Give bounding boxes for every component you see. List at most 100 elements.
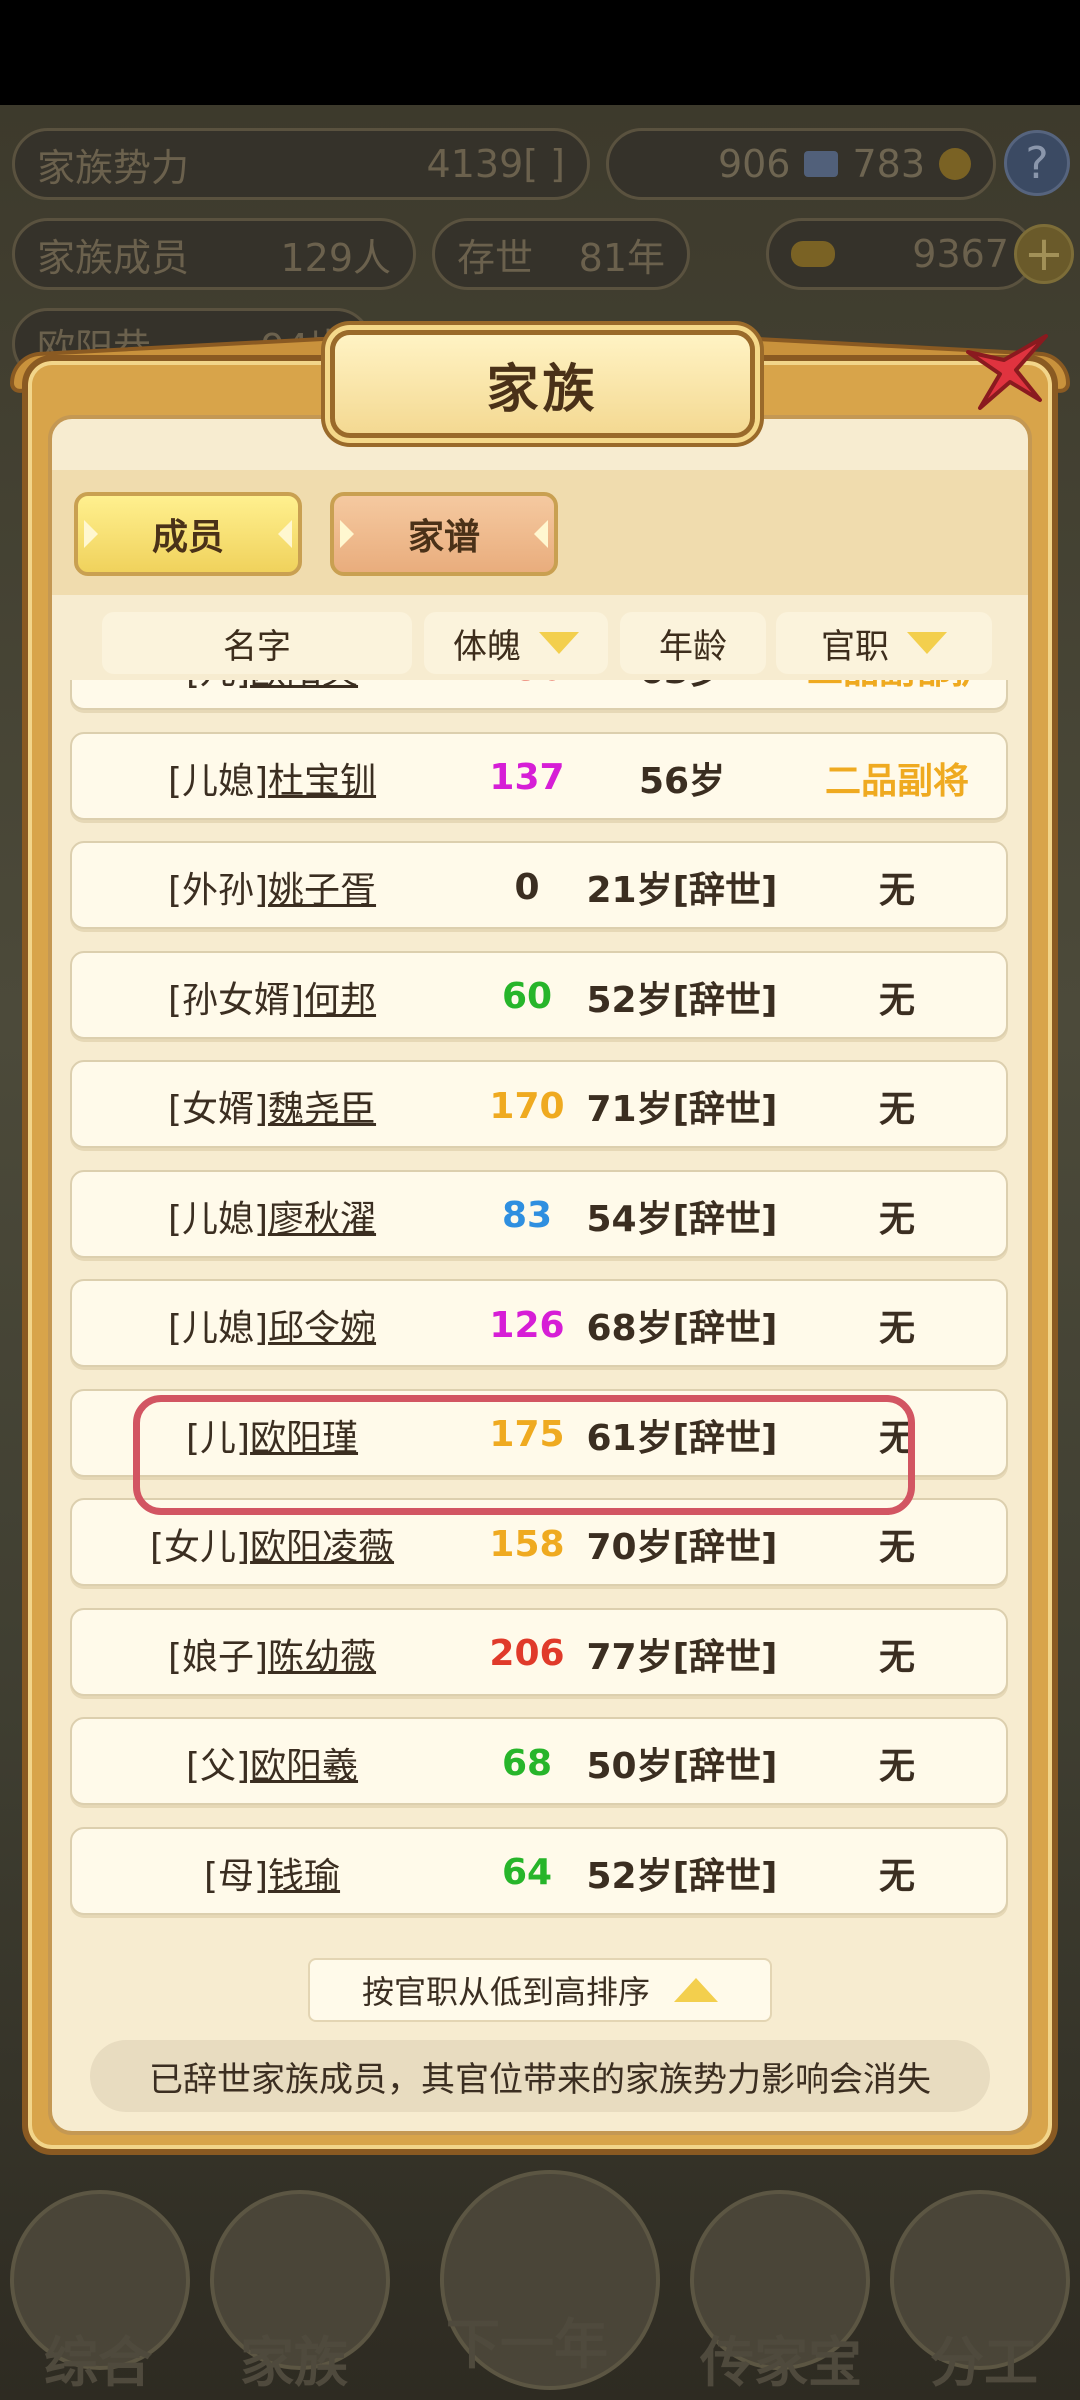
member-age: 71岁[辞世] <box>586 1089 778 1130</box>
member-row[interactable]: [女婿] 魏尧臣 170 71岁[辞世] 无 <box>70 1060 1008 1148</box>
member-relation: [外孙] <box>167 870 269 911</box>
help-icon[interactable]: ? <box>1004 130 1070 196</box>
member-strength: 68 <box>501 1742 553 1784</box>
gold-value: 9367 <box>912 232 1009 276</box>
member-name-cell: [娘子] 陈幼薇 <box>72 1610 472 1698</box>
member-relation: [儿媳] <box>167 760 269 802</box>
member-position: 无 <box>878 979 915 1021</box>
member-position: 无 <box>878 1636 915 1678</box>
tab-members[interactable]: 成员 <box>74 492 302 576</box>
member-strength: 170 <box>489 1085 565 1127</box>
column-header-strength[interactable]: 体魄 <box>424 612 608 674</box>
member-age: 56岁 <box>638 760 726 802</box>
family-power-label: 家族势力 <box>37 145 190 190</box>
member-row[interactable]: [儿媳] 邱令婉 126 68岁[辞世] 无 <box>70 1279 1008 1367</box>
member-relation: [娘子] <box>167 1636 269 1678</box>
member-position: 无 <box>878 1089 915 1130</box>
members-pill: 家族成员 129人 <box>12 218 416 290</box>
members-value: 129人 <box>280 235 391 280</box>
generations-label: 存世 <box>457 235 534 280</box>
tab-genealogy[interactable]: 家谱 <box>330 492 558 576</box>
sort-down-icon <box>539 632 579 654</box>
member-position: 无 <box>878 1198 915 1240</box>
member-relation: [女儿] <box>149 1527 251 1568</box>
gold-ingot-icon <box>791 241 835 267</box>
column-header-position[interactable]: 官职 <box>776 612 992 674</box>
member-age: 52岁[辞世] <box>586 1855 778 1897</box>
dialog-title: 家族 <box>330 330 755 438</box>
family-power-value: 4139 <box>426 142 524 186</box>
nav-label-overview[interactable]: 综合 <box>44 2318 152 2397</box>
member-row[interactable]: [孙女婿] 何邦 60 52岁[辞世] 无 <box>70 950 1008 1039</box>
member-name-link[interactable]: 邱令婉 <box>268 1299 376 1351</box>
resource-a-value: 906 <box>717 142 791 186</box>
member-age: 21岁[辞世] <box>586 870 778 911</box>
member-relation: [孙女婿] <box>167 979 305 1021</box>
member-name-link[interactable]: 魏尧臣 <box>268 1080 376 1132</box>
member-row[interactable]: [儿媳] 廖秋濯 83 54岁[辞世] 无 <box>70 1169 1008 1260</box>
member-name-link[interactable]: 钱瑜 <box>268 1847 340 1899</box>
member-row[interactable]: [外孙] 姚子胥 0 21岁[辞世] 无 <box>70 841 1008 929</box>
member-age: 54岁[辞世] <box>586 1198 778 1240</box>
member-name-link[interactable]: 欧阳奂 <box>250 680 358 694</box>
member-name-link[interactable]: 姚子胥 <box>268 861 376 913</box>
member-strength: 137 <box>489 757 565 798</box>
member-position: 二品副都护 <box>782 680 1012 712</box>
member-name-cell: [儿媳] 廖秋濯 <box>72 1172 472 1260</box>
member-name-cell: [外孙] 姚子胥 <box>72 843 472 931</box>
family-power-pill: 家族势力 4139[ ] <box>12 128 590 200</box>
member-row[interactable]: [母] 钱瑜 64 52岁[辞世] 无 <box>70 1826 1008 1917</box>
member-strength: 83 <box>501 1195 553 1236</box>
nav-label-heirloom[interactable]: 传家宝 <box>700 2318 862 2397</box>
member-position: 二品副将 <box>824 760 969 802</box>
sort-button[interactable]: 按官职从低到高排序 <box>308 1958 772 2022</box>
member-strength: 250 <box>472 680 582 712</box>
gold-pill: 9367 <box>766 218 1034 290</box>
member-name-link[interactable]: 欧阳凌薇 <box>250 1518 394 1570</box>
member-row[interactable]: [父] 欧阳羲 68 50岁[辞世] 无 <box>70 1717 1008 1805</box>
close-icon[interactable] <box>960 330 1050 420</box>
member-list[interactable]: [儿]欧阳奂25063岁二品副都护[儿媳]杜宝钏13756岁二品副将[外孙]姚子… <box>66 680 1012 1942</box>
member-name-link[interactable]: 廖秋濯 <box>268 1190 376 1242</box>
member-name-link[interactable]: 杜宝钏 <box>268 752 376 804</box>
member-position: 无 <box>878 1855 915 1897</box>
member-row[interactable]: [娘子] 陈幼薇 206 77岁[辞世] 无 <box>70 1607 1008 1698</box>
member-name-cell: [儿媳] 杜宝钏 <box>72 734 472 822</box>
column-header-name: 名字 <box>102 612 412 674</box>
member-age: 63岁 <box>582 680 782 712</box>
resources-pill: 906 783 <box>606 128 996 200</box>
book-icon <box>804 151 839 177</box>
generations-value: 81年 <box>578 235 665 280</box>
member-strength: 206 <box>489 1633 565 1674</box>
member-name-cell: [儿]欧阳奂 <box>72 680 472 712</box>
column-header-age: 年龄 <box>620 612 766 674</box>
member-relation: [父] <box>185 1746 251 1787</box>
member-strength: 64 <box>501 1852 553 1893</box>
member-age: 68岁[辞世] <box>586 1308 778 1349</box>
member-name-link[interactable]: 何邦 <box>304 971 376 1023</box>
family-power-rank: [ ] <box>523 142 565 186</box>
highlight-box <box>133 1395 915 1515</box>
nav-label-next-year[interactable]: 下一年 <box>446 2300 608 2379</box>
members-label: 家族成员 <box>37 235 190 280</box>
member-age: 52岁[辞世] <box>586 979 778 1021</box>
member-position: 无 <box>878 1308 915 1349</box>
member-relation: [女婿] <box>167 1089 269 1130</box>
member-row[interactable]: [儿]欧阳奂25063岁二品副都护 <box>70 680 1008 710</box>
member-name-cell: [儿媳] 邱令婉 <box>72 1281 472 1369</box>
member-strength: 126 <box>489 1304 565 1346</box>
member-strength: 0 <box>514 866 540 908</box>
member-name-link[interactable]: 陈幼薇 <box>268 1628 376 1680</box>
member-position: 无 <box>878 870 915 911</box>
member-relation: [儿媳] <box>167 1198 269 1240</box>
nav-label-assignment[interactable]: 分工 <box>930 2318 1038 2397</box>
notice-text: 已辞世家族成员，其官位带来的家族势力影响会消失 <box>90 2040 990 2112</box>
resource-b-value: 783 <box>852 142 925 186</box>
member-row[interactable]: [儿媳] 杜宝钏 137 56岁 二品副将 <box>70 731 1008 822</box>
add-gold-icon[interactable]: + <box>1014 224 1074 284</box>
member-name-cell: [母] 钱瑜 <box>72 1829 472 1917</box>
member-name-link[interactable]: 欧阳羲 <box>250 1737 358 1789</box>
nav-label-family[interactable]: 家族 <box>240 2318 348 2397</box>
coin-icon <box>939 148 971 180</box>
sort-down-icon <box>907 632 947 654</box>
